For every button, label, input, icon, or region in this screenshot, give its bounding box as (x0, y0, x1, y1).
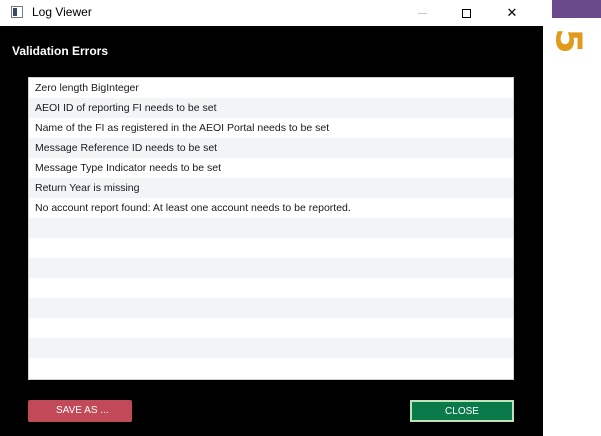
app-window-icon (11, 6, 23, 18)
list-item[interactable] (29, 318, 513, 338)
dialog-title: Validation Errors (12, 44, 109, 58)
error-list[interactable]: Zero length BigInteger AEOI ID of reporti… (28, 77, 514, 380)
list-item[interactable]: No account report found: At least one ac… (29, 198, 513, 218)
list-item[interactable] (29, 358, 513, 378)
list-item[interactable] (29, 298, 513, 318)
background-strip: 5 (543, 0, 601, 436)
background-step-number: 5 (547, 28, 589, 54)
close-icon: ✕ (506, 5, 518, 20)
list-item[interactable]: Return Year is missing (29, 178, 513, 198)
save-as-button[interactable]: SAVE AS ... (28, 400, 132, 422)
list-item[interactable]: Message Type Indicator needs to be set (29, 158, 513, 178)
minimize-icon (417, 12, 427, 14)
close-button[interactable]: CLOSE (410, 400, 514, 422)
maximize-icon (461, 8, 471, 18)
list-item[interactable] (29, 218, 513, 238)
list-item[interactable]: Message Reference ID needs to be set (29, 138, 513, 158)
list-item[interactable]: Zero length BigInteger (29, 78, 513, 98)
list-item[interactable] (29, 338, 513, 358)
list-item[interactable] (29, 278, 513, 298)
maximize-button[interactable] (444, 0, 488, 26)
window-title: Log Viewer (32, 5, 92, 19)
list-item[interactable]: Name of the FI as registered in the AEOI… (29, 118, 513, 138)
title-bar: Log Viewer ✕ (0, 0, 543, 26)
list-item[interactable] (29, 238, 513, 258)
list-item[interactable] (29, 258, 513, 278)
background-accent-bar (552, 0, 601, 18)
minimize-button[interactable] (400, 0, 444, 26)
close-window-button[interactable]: ✕ (490, 0, 534, 26)
log-viewer-window: Log Viewer ✕ Validation Errors Zero leng… (0, 0, 543, 436)
list-item[interactable]: AEOI ID of reporting FI needs to be set (29, 98, 513, 118)
